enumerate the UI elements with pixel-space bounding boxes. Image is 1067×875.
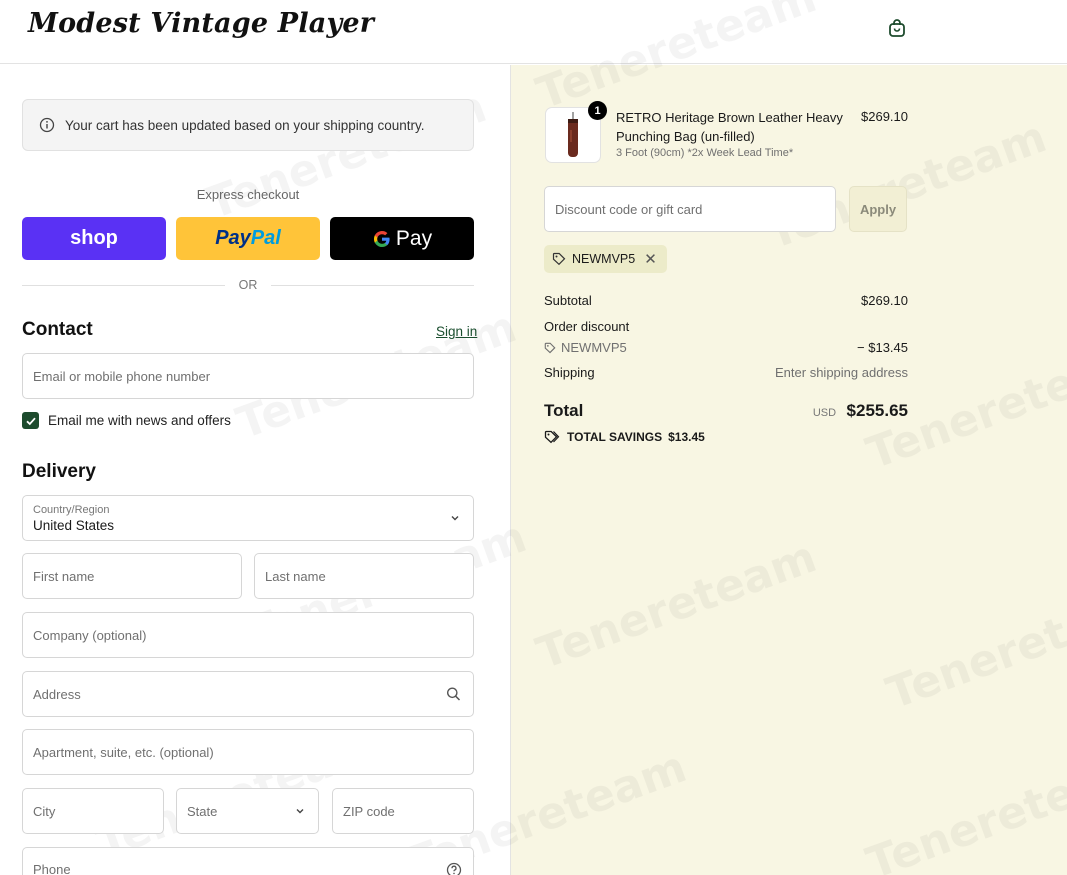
help-icon[interactable]	[446, 862, 462, 875]
info-icon	[39, 117, 55, 133]
total-row: Total USD $255.65	[544, 401, 908, 421]
discount-code-input[interactable]: Discount code or gift card	[544, 186, 836, 232]
first-name-field[interactable]: First name	[22, 553, 242, 599]
google-g-icon	[373, 230, 390, 247]
phone-field[interactable]: Phone	[22, 847, 474, 875]
search-icon	[447, 687, 461, 701]
shipping-row: Shipping Enter shipping address	[544, 365, 908, 380]
discount-value: − $13.45	[857, 340, 908, 355]
total-amount: $255.65	[846, 401, 908, 420]
tag-icon	[552, 252, 566, 266]
store-logo[interactable]: Modest Vintage Player	[28, 8, 374, 39]
company-placeholder: Company (optional)	[33, 627, 147, 643]
apartment-placeholder: Apartment, suite, etc. (optional)	[33, 744, 214, 760]
chevron-down-icon	[451, 516, 459, 521]
state-label: State	[187, 804, 218, 819]
state-select[interactable]: State	[176, 788, 319, 834]
total-savings: TOTAL SAVINGS $13.45	[544, 430, 705, 444]
contact-title: Contact	[22, 319, 93, 340]
total-label: Total	[544, 401, 584, 420]
express-checkout-label: Express checkout	[196, 187, 300, 202]
sign-in-link[interactable]: Sign in	[436, 324, 477, 339]
newsletter-option[interactable]: Email me with news and offers	[22, 412, 231, 429]
company-field[interactable]: Company (optional)	[22, 612, 474, 658]
zip-field[interactable]: ZIP code	[332, 788, 474, 834]
discount-placeholder: Discount code or gift card	[555, 201, 703, 217]
discount-code-row: NEWMVP5 − $13.45	[544, 340, 908, 355]
country-label: Country/Region	[33, 503, 110, 516]
applied-discount-code: NEWMVP5	[572, 252, 636, 266]
quantity-badge: 1	[588, 101, 607, 120]
paypal-button[interactable]: Pay Pal	[176, 217, 320, 260]
country-value: United States	[33, 517, 115, 533]
cart-updated-notice: Your cart has been updated based on your…	[22, 99, 474, 151]
subtotal-value: $269.10	[861, 293, 908, 308]
applied-discount-chip: NEWMVP5 ✕	[544, 245, 667, 273]
city-placeholder: City	[33, 803, 56, 819]
city-field[interactable]: City	[22, 788, 164, 834]
or-label: OR	[238, 278, 258, 292]
checkmark-icon	[25, 417, 36, 425]
google-pay-button[interactable]: Pay	[330, 217, 474, 260]
last-name-field[interactable]: Last name	[254, 553, 474, 599]
newsletter-label: Email me with news and offers	[48, 413, 231, 428]
zip-placeholder: ZIP code	[343, 803, 395, 819]
shopping-bag-icon[interactable]	[886, 17, 908, 39]
tag-icon	[544, 342, 556, 353]
email-field[interactable]: Email or mobile phone number	[22, 353, 474, 399]
order-discount-row: Order discount	[544, 319, 908, 334]
paypal-label-pay: Pay	[215, 227, 251, 249]
phone-placeholder: Phone	[33, 862, 71, 875]
site-header: Modest Vintage Player	[0, 0, 1067, 64]
shop-pay-button[interactable]: shop	[22, 217, 166, 260]
notice-text: Your cart has been updated based on your…	[65, 117, 425, 133]
savings-value: $13.45	[668, 430, 705, 444]
shop-pay-label: shop	[70, 227, 118, 249]
address-placeholder: Address	[33, 686, 81, 702]
email-placeholder: Email or mobile phone number	[33, 368, 211, 384]
shipping-value: Enter shipping address	[775, 365, 908, 380]
subtotal-row: Subtotal $269.10	[544, 293, 908, 308]
apply-discount-button[interactable]: Apply	[849, 186, 907, 232]
savings-tag-icon	[544, 430, 560, 444]
product-variant: 3 Foot (90cm) *2x Week Lead Time*	[616, 147, 794, 159]
paypal-label-pal: Pal	[250, 227, 281, 249]
address-field[interactable]: Address	[22, 671, 474, 717]
newsletter-checkbox[interactable]	[22, 412, 39, 429]
or-divider: OR	[22, 278, 474, 292]
first-name-placeholder: First name	[33, 568, 95, 584]
delivery-title: Delivery	[22, 461, 96, 482]
subtotal-label: Subtotal	[544, 293, 592, 308]
last-name-placeholder: Last name	[265, 568, 326, 584]
currency-code: USD	[812, 407, 837, 419]
discount-code-label: NEWMVP5	[561, 340, 627, 355]
apartment-field[interactable]: Apartment, suite, etc. (optional)	[22, 729, 474, 775]
order-discount-label: Order discount	[544, 319, 630, 334]
shipping-label: Shipping	[544, 365, 595, 380]
savings-label: TOTAL SAVINGS	[567, 430, 663, 444]
chevron-down-icon	[296, 809, 304, 814]
product-price: $269.10	[861, 109, 908, 124]
remove-discount-icon[interactable]: ✕	[644, 250, 657, 268]
country-select[interactable]: Country/Region United States	[22, 495, 474, 541]
product-name: RETRO Heritage Brown Leather Heavy Punch…	[616, 110, 843, 144]
google-pay-label: Pay	[395, 226, 433, 250]
